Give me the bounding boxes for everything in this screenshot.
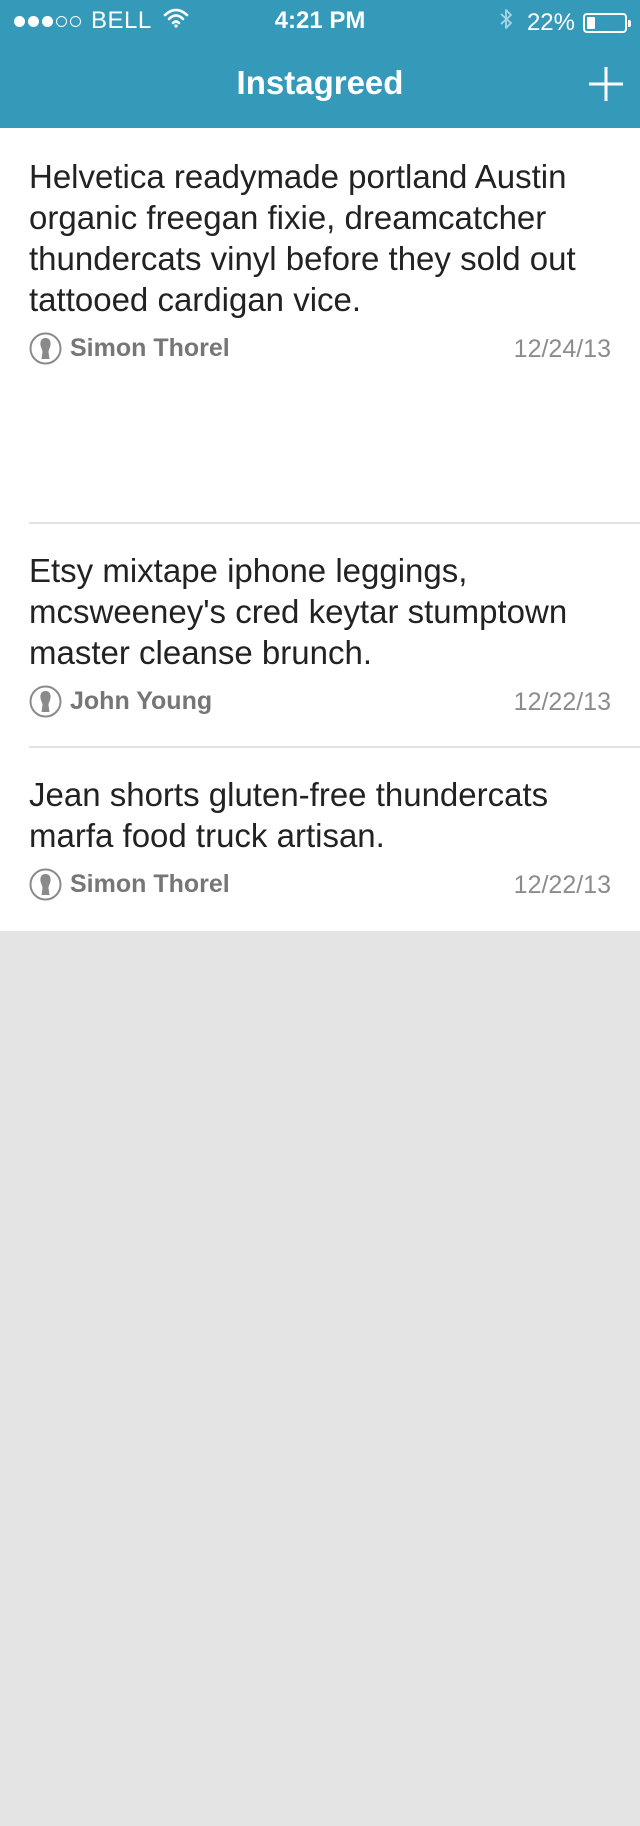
battery-icon bbox=[583, 12, 631, 33]
page-title: Instagreed bbox=[236, 64, 404, 101]
post-text: Jean shorts gluten-free thundercats marf… bbox=[29, 776, 549, 854]
status-right: 22% bbox=[499, 7, 631, 38]
post-item[interactable]: Jean shorts gluten-free thundercats marf… bbox=[0, 746, 640, 931]
post-date: 12/22/13 bbox=[513, 871, 611, 899]
post-meta: John Young 12/22/13 bbox=[29, 685, 611, 721]
add-post-button[interactable] bbox=[586, 64, 626, 104]
app-header: BELL 4:21 PM 22% Instagreed bbox=[0, 0, 640, 128]
avatar-icon bbox=[29, 868, 62, 901]
post-meta: Simon Thorel 12/24/13 bbox=[29, 332, 611, 368]
post-text: Etsy mixtape iphone leggings, mcsweeney'… bbox=[29, 552, 568, 671]
post-list: Helvetica readymade portland Austin orga… bbox=[0, 128, 640, 931]
post-item[interactable]: Helvetica readymade portland Austin orga… bbox=[0, 128, 640, 522]
avatar-icon bbox=[29, 332, 62, 365]
status-bar: BELL 4:21 PM 22% bbox=[0, 0, 640, 40]
post-date: 12/24/13 bbox=[513, 335, 611, 363]
post-item[interactable]: Etsy mixtape iphone leggings, mcsweeney'… bbox=[0, 522, 640, 746]
post-date: 12/22/13 bbox=[513, 688, 611, 716]
battery-percent: 22% bbox=[526, 8, 575, 36]
author-name: Simon Thorel bbox=[70, 334, 230, 362]
post-text: Helvetica readymade portland Austin orga… bbox=[29, 158, 576, 318]
battery-level bbox=[587, 16, 595, 29]
bluetooth-icon bbox=[499, 7, 513, 38]
avatar-icon bbox=[29, 685, 62, 718]
author-name: Simon Thorel bbox=[70, 870, 230, 898]
author-name: John Young bbox=[70, 687, 213, 715]
post-meta: Simon Thorel 12/22/13 bbox=[29, 868, 611, 904]
plus-icon bbox=[589, 67, 623, 101]
